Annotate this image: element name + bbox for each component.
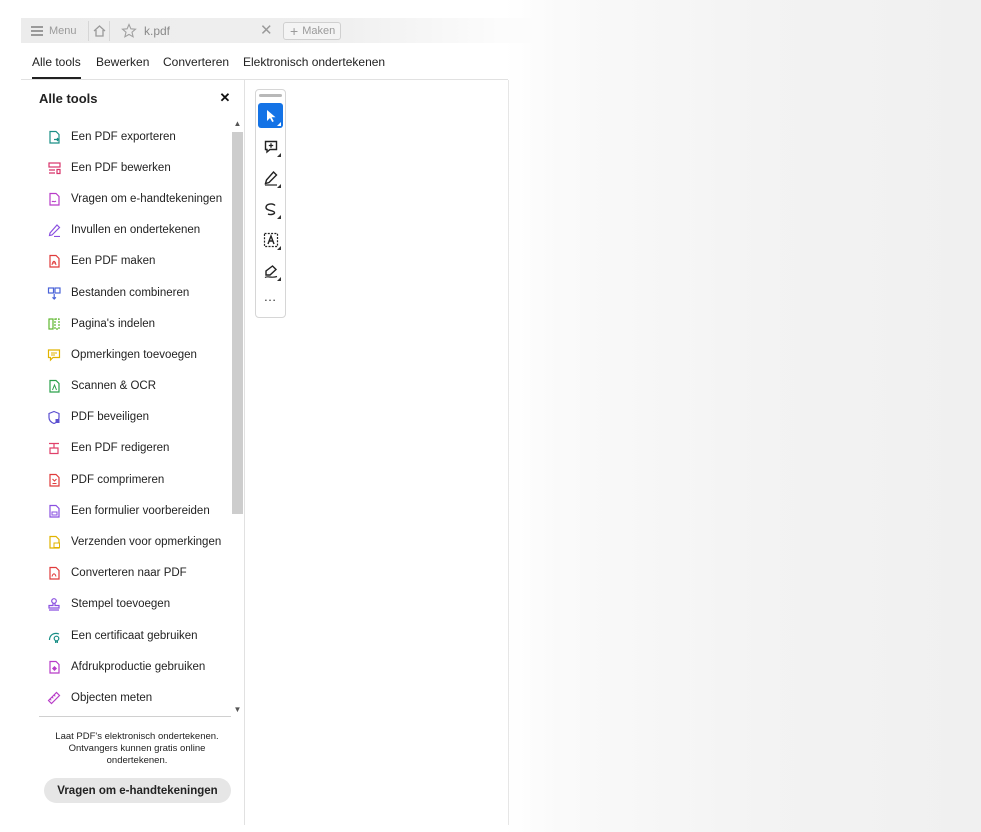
promo-text: Laat PDF's elektronisch ondertekenen. On… bbox=[55, 731, 219, 766]
tool-item-label: Invullen en ondertekenen bbox=[71, 224, 201, 237]
scan-ocr-icon bbox=[49, 379, 60, 393]
send-comments-icon bbox=[49, 535, 60, 549]
tool-list: Een PDF exporteren Een PDF bewerken Vragen… bbox=[39, 121, 231, 714]
toolbar-grip[interactable] bbox=[259, 94, 282, 97]
print-production-icon bbox=[49, 660, 60, 674]
draw-button[interactable] bbox=[258, 196, 283, 221]
menu-button[interactable]: Menu bbox=[31, 22, 77, 39]
create-pdf-icon bbox=[49, 255, 60, 268]
tool-item-label: Converteren naar PDF bbox=[71, 567, 187, 580]
tool-item-print-production[interactable]: Afdrukproductie gebruiken bbox=[39, 651, 231, 682]
scroll-up-arrow[interactable]: ▲ bbox=[231, 118, 244, 130]
sign-button[interactable] bbox=[258, 258, 283, 283]
tool-item-compress-pdf[interactable]: PDF comprimeren bbox=[39, 464, 231, 495]
hamburger-icon bbox=[31, 26, 43, 36]
highlight-button[interactable] bbox=[258, 165, 283, 190]
request-esign-button[interactable]: Vragen om e-handtekeningen bbox=[44, 778, 231, 803]
more-tools-button[interactable]: … bbox=[258, 290, 283, 308]
quick-toolbar: … bbox=[255, 89, 286, 318]
close-tab-icon[interactable]: ✕ bbox=[260, 21, 273, 41]
tab-edit[interactable]: Bewerken bbox=[96, 55, 149, 79]
stamp-icon bbox=[48, 598, 60, 612]
tool-item-label: Een PDF bewerken bbox=[71, 161, 171, 174]
convert-pdf-icon bbox=[49, 567, 60, 580]
tool-item-label: Bestanden combineren bbox=[71, 286, 190, 299]
document-tab-name: k.pdf bbox=[144, 24, 171, 38]
request-esign-icon bbox=[49, 192, 60, 206]
home-icon bbox=[93, 25, 105, 37]
menu-label: Menu bbox=[49, 24, 77, 37]
tool-item-combine-files[interactable]: Bestanden combineren bbox=[39, 277, 231, 308]
protect-pdf-icon bbox=[48, 411, 60, 425]
certificate-icon bbox=[48, 632, 60, 643]
tool-item-edit-pdf[interactable]: Een PDF bewerken bbox=[39, 152, 231, 183]
scroll-down-arrow[interactable]: ▼ bbox=[231, 704, 244, 716]
tool-item-label: Een PDF redigeren bbox=[71, 442, 170, 455]
tool-item-label: Een PDF exporteren bbox=[71, 130, 176, 143]
scrollbar[interactable]: ▲ ▼ bbox=[231, 118, 244, 716]
text-recognition-button[interactable] bbox=[258, 227, 283, 252]
tab-all-tools[interactable]: Alle tools bbox=[32, 55, 81, 79]
tool-item-measure[interactable]: Objecten meten bbox=[39, 682, 231, 713]
tool-item-stamp[interactable]: Stempel toevoegen bbox=[39, 589, 231, 620]
tool-item-comment[interactable]: Opmerkingen toevoegen bbox=[39, 339, 231, 370]
comment-icon bbox=[47, 349, 61, 362]
tool-item-label: PDF beveiligen bbox=[71, 411, 149, 424]
tool-item-label: Scannen & OCR bbox=[71, 380, 157, 393]
tab-strip: Menu k.pdf ✕ + Maken bbox=[21, 18, 541, 43]
document-edge bbox=[508, 80, 509, 825]
tool-item-create-pdf[interactable]: Een PDF maken bbox=[39, 246, 231, 277]
combine-files-icon bbox=[47, 286, 61, 300]
plus-icon: + bbox=[290, 23, 299, 39]
star-icon[interactable] bbox=[121, 23, 137, 39]
add-comment-button[interactable] bbox=[258, 134, 283, 159]
tab-esign[interactable]: Elektronisch ondertekenen bbox=[243, 55, 385, 79]
tool-item-label: Een formulier voorbereiden bbox=[71, 504, 210, 517]
tool-item-scan-ocr[interactable]: Scannen & OCR bbox=[39, 371, 231, 402]
organize-pages-icon bbox=[48, 318, 60, 330]
tool-item-label: Stempel toevoegen bbox=[71, 598, 171, 611]
tool-item-convert-pdf[interactable]: Converteren naar PDF bbox=[39, 558, 231, 589]
tool-item-label: Pagina's indelen bbox=[71, 317, 156, 330]
panel-title: Alle tools bbox=[39, 91, 98, 106]
scrollbar-thumb[interactable] bbox=[232, 132, 243, 514]
tool-item-organize-pages[interactable]: Pagina's indelen bbox=[39, 308, 231, 339]
tool-item-redact-pdf[interactable]: Een PDF redigeren bbox=[39, 433, 231, 464]
home-button[interactable] bbox=[88, 21, 110, 41]
new-tab-label: Maken bbox=[302, 25, 336, 37]
app-window: Menu k.pdf ✕ + Maken Alle tools Bewerken… bbox=[0, 0, 981, 832]
tool-item-certificate[interactable]: Een certificaat gebruiken bbox=[39, 620, 231, 651]
all-tools-panel: Alle tools ✕ Een PDF exporteren Een PDF b… bbox=[21, 80, 245, 825]
tool-item-fill-sign[interactable]: Invullen en ondertekenen bbox=[39, 215, 231, 246]
document-tab[interactable]: k.pdf ✕ bbox=[121, 21, 301, 41]
tool-item-prepare-form[interactable]: Een formulier voorbereiden bbox=[39, 495, 231, 526]
prepare-form-icon bbox=[49, 504, 60, 518]
tool-item-label: Verzenden voor opmerkingen bbox=[71, 536, 222, 549]
tool-item-label: Afdrukproductie gebruiken bbox=[71, 660, 206, 673]
edit-pdf-icon bbox=[48, 162, 61, 174]
compress-pdf-icon bbox=[49, 473, 60, 487]
tool-item-send-comments[interactable]: Verzenden voor opmerkingen bbox=[39, 526, 231, 557]
close-panel-icon[interactable]: ✕ bbox=[218, 91, 232, 105]
fill-sign-icon bbox=[48, 224, 61, 238]
tab-convert[interactable]: Converteren bbox=[163, 55, 229, 79]
mode-tabs: Alle tools Bewerken Converteren Elektron… bbox=[21, 43, 541, 80]
export-pdf-icon bbox=[49, 130, 60, 144]
tool-item-label: Een PDF maken bbox=[71, 255, 156, 268]
tool-item-export-pdf[interactable]: Een PDF exporteren bbox=[39, 121, 231, 152]
tool-item-label: Vragen om e-handtekeningen bbox=[71, 192, 223, 205]
select-tool-button[interactable] bbox=[258, 103, 283, 128]
tool-item-label: PDF comprimeren bbox=[71, 473, 165, 486]
tool-item-request-esign[interactable]: Vragen om e-handtekeningen bbox=[39, 183, 231, 214]
new-tab-button[interactable]: + Maken bbox=[283, 22, 341, 40]
measure-icon bbox=[47, 691, 61, 705]
tool-item-label: Objecten meten bbox=[71, 691, 153, 704]
redact-pdf-icon bbox=[49, 443, 59, 455]
tool-item-protect-pdf[interactable]: PDF beveiligen bbox=[39, 402, 231, 433]
tool-item-label: Opmerkingen toevoegen bbox=[71, 348, 197, 361]
tool-item-label: Een certificaat gebruiken bbox=[71, 629, 198, 642]
panel-divider bbox=[39, 716, 231, 717]
